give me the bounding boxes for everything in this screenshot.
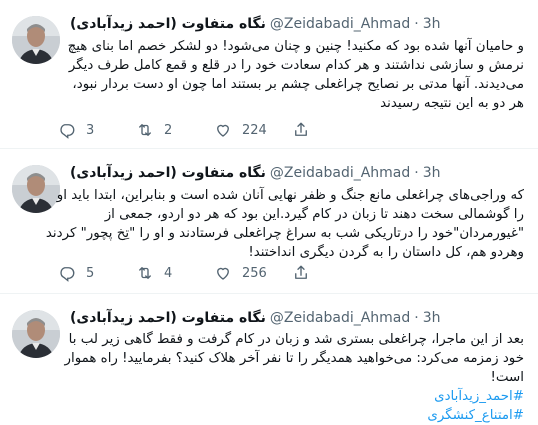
reply-button[interactable]: 3	[58, 121, 136, 139]
separator-dot: ·	[414, 310, 419, 326]
separator-dot: ·	[414, 165, 419, 181]
like-button[interactable]: 256	[214, 264, 292, 282]
timestamp[interactable]: 3h	[423, 310, 441, 326]
action-bar: 5 4 256	[58, 261, 358, 285]
tweet-text-line: را گوشمالی سخت دهند تا زبان در کام گیرد.…	[104, 207, 524, 222]
share-button[interactable]	[292, 264, 316, 282]
reply-icon	[60, 267, 75, 282]
timestamp[interactable]: 3h	[423, 165, 441, 181]
tweet-text-line: که وراجی‌های چراغعلی مانع جنگ و ظفر نهای…	[56, 188, 524, 203]
retweet-icon	[139, 267, 151, 279]
retweet-count: 2	[164, 122, 173, 138]
timestamp[interactable]: 3h	[423, 16, 441, 32]
like-icon	[217, 124, 229, 137]
tweet-text: و حامیان آنها شده بود که مکنید! چنین و چ…	[67, 37, 524, 113]
tweet-header: نگاه متفاوت (احمد زیدآبادی) @Zeidabadi_A…	[70, 308, 526, 328]
user-handle[interactable]: @Zeidabadi_Ahmad	[270, 16, 410, 32]
hashtag-link[interactable]: #امتناع_کنشگری	[70, 406, 524, 425]
share-icon	[295, 122, 307, 136]
tweet-text-line: بعد از این ماجرا، چراغعلی بستری شد و زبا…	[68, 332, 524, 347]
tweet-header: نگاه متفاوت (احمد زیدآبادی) @Zeidabadi_A…	[70, 14, 526, 34]
like-count: 224	[242, 122, 267, 138]
tweet-text-line: خود زمزمه می‌کرد: می‌خواهید همدیگر را تا…	[64, 351, 524, 366]
separator-dot: ·	[414, 16, 419, 32]
tweet-text-line: نرمش و سازشی نداشتند و هر کدام سعادت خود…	[68, 58, 524, 73]
like-icon	[217, 267, 229, 280]
user-handle[interactable]: @Zeidabadi_Ahmad	[270, 165, 410, 181]
tweet-3[interactable]: نگاه متفاوت (احمد زیدآبادی) @Zeidabadi_A…	[0, 294, 538, 423]
share-icon	[295, 265, 307, 279]
tweet-text-line: وهردو هم، کل داستان را به گردن دیگری اند…	[248, 245, 524, 260]
tweet-text: که وراجی‌های چراغعلی مانع جنگ و ظفر نهای…	[45, 186, 524, 262]
tweet-text-line: است!	[490, 370, 524, 385]
display-name[interactable]: نگاه متفاوت (احمد زیدآبادی)	[70, 16, 266, 32]
avatar[interactable]	[12, 310, 60, 358]
tweet-header: نگاه متفاوت (احمد زیدآبادی) @Zeidabadi_A…	[70, 163, 526, 183]
tweet-text-line: و حامیان آنها شده بود که مکنید! چنین و چ…	[67, 39, 524, 54]
tweet-1[interactable]: نگاه متفاوت (احمد زیدآبادی) @Zeidabadi_A…	[0, 0, 538, 149]
retweet-button[interactable]: 4	[136, 264, 214, 282]
avatar[interactable]	[12, 16, 60, 64]
timeline-feed: نگاه متفاوت (احمد زیدآبادی) @Zeidabadi_A…	[0, 0, 538, 423]
reply-count: 3	[86, 122, 95, 138]
tweet-text-line: می‌دیدند. آنها مدتی بر نصایح چراغعلی چشم…	[72, 77, 524, 92]
display-name[interactable]: نگاه متفاوت (احمد زیدآبادی)	[70, 165, 266, 181]
retweet-count: 4	[164, 265, 173, 281]
tweet-text-line: "غیورمردان"خود را درتاریکی شب به سراغ چر…	[45, 226, 524, 241]
display-name[interactable]: نگاه متفاوت (احمد زیدآبادی)	[70, 310, 266, 326]
hashtag-link[interactable]: #احمد_زیدآبادی	[70, 387, 524, 406]
tweet-2[interactable]: نگاه متفاوت (احمد زیدآبادی) @Zeidabadi_A…	[0, 149, 538, 294]
avatar[interactable]	[12, 165, 60, 213]
like-count: 256	[242, 265, 267, 281]
retweet-icon	[139, 124, 151, 136]
reply-icon	[60, 124, 75, 139]
reply-button[interactable]: 5	[58, 264, 136, 282]
retweet-button[interactable]: 2	[136, 121, 214, 139]
like-button[interactable]: 224	[214, 121, 292, 139]
share-button[interactable]	[292, 121, 316, 139]
tweet-text: بعد از این ماجرا، چراغعلی بستری شد و زبا…	[64, 330, 524, 425]
reply-count: 5	[86, 265, 95, 281]
action-bar: 3 2 224	[58, 118, 358, 142]
tweet-text-line: هر دو به این نتیجه رسیدند	[380, 96, 524, 111]
user-handle[interactable]: @Zeidabadi_Ahmad	[270, 310, 410, 326]
